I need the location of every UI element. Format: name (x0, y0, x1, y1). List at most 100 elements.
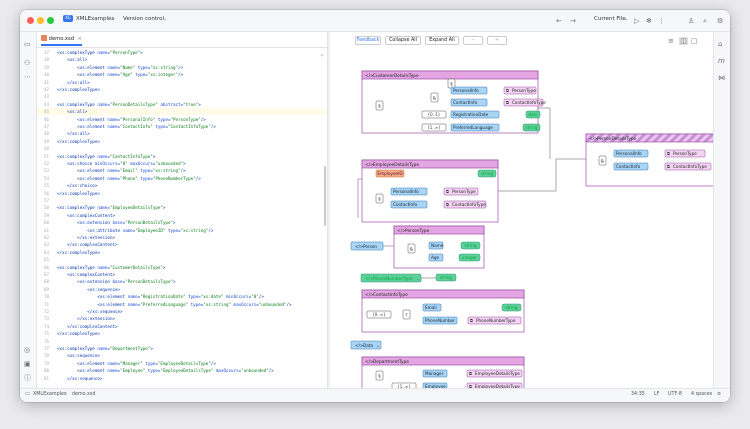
status-encoding[interactable]: UTF-8 (668, 392, 682, 397)
line-number: 53 (43, 168, 49, 174)
preview-only-icon[interactable]: ▢ (691, 37, 698, 45)
zoom-in-button[interactable]: + (487, 36, 507, 45)
vcs-selector[interactable]: Version control (123, 16, 164, 22)
code-line: </xs:all> (57, 79, 90, 85)
feedback-button[interactable]: Feedback (355, 36, 381, 45)
connector-line (357, 178, 362, 218)
status-readonly-icon[interactable]: ⊘ (717, 392, 721, 397)
code-line: <xs:element name="Phone" type="PhoneNumb… (57, 175, 201, 181)
status-project-icon: ▭ (25, 392, 30, 397)
code-line: <xs:element name="PersonalInfo" type="Pe… (57, 116, 206, 122)
employee-contactinfo-label: ContactInfo (393, 202, 418, 207)
persontype-age-label: Age (431, 255, 440, 260)
zoom-out-button[interactable]: − (463, 36, 483, 45)
code-line: </xs:complexType> (57, 87, 100, 92)
persondetails-persontype-ref-label: PersonType (673, 151, 697, 156)
line-number: 51 (43, 153, 49, 159)
code-line: </xs:complexType> (57, 138, 100, 144)
minimize-window-button[interactable] (37, 17, 44, 24)
customer-contactinfotype-ref-label: ContactInfoType (512, 100, 546, 105)
line-number: 60 (43, 220, 49, 226)
code-line: <xs:complexType name="CustomerDetailsTyp… (57, 264, 166, 270)
code-line: <xs:element name="RegistrationDate" type… (57, 294, 264, 300)
phonenumbertype-string-type-label: string (440, 275, 452, 280)
vcs-chevron-icon: ⌄ (163, 16, 168, 22)
employee-contactinfotype-ref-link-icon: ⧉ (446, 202, 449, 207)
customer-contactinfotype-ref-link-icon: ⧉ (506, 100, 509, 105)
close-window-button[interactable] (27, 17, 34, 24)
line-number: 48 (43, 131, 49, 137)
terminal-icon[interactable]: ▣ (24, 360, 31, 368)
line-number: 75 (43, 331, 49, 337)
tab-demo-xsd[interactable]: demo.xsd × (41, 35, 83, 46)
line-number: 39 (43, 64, 49, 70)
connector-line (498, 158, 586, 192)
left-tool-strip: ▭ ⚇ ⋯ ◎ ▣ ⓘ ⑂ (20, 32, 37, 396)
contact-phonenumbertype-ref-label: PhoneNumberType (476, 318, 516, 323)
line-number: 46 (43, 116, 49, 122)
customer-persontype-ref-link-icon: ⧉ (506, 88, 509, 93)
editor-only-icon[interactable]: ≡ (668, 37, 674, 45)
code-editor[interactable]: 37 <xs:complexType name="PersonType"> 38 <… (37, 48, 327, 388)
run-config-selector[interactable]: Current File (594, 16, 626, 22)
more-actions-icon[interactable]: ⋮ (658, 17, 665, 25)
problems-icon[interactable]: ⓘ (24, 374, 31, 382)
collapse-all-button[interactable]: Collapse All (385, 36, 421, 45)
run-config-chevron-icon: ⌄ (624, 16, 629, 22)
line-number: 67 (43, 272, 49, 277)
code-line: <xs:sequence> (57, 286, 121, 292)
line-number: 73 (43, 316, 49, 322)
line-number: 66 (43, 264, 49, 270)
debug-icon[interactable]: ✻ (646, 17, 652, 25)
code-line: </xs:extension> (57, 316, 115, 322)
line-number: 54 (43, 175, 49, 181)
customer-details-type-title: CustomerDetailsType (373, 73, 419, 79)
status-line-separator[interactable]: LF (654, 392, 659, 397)
status-project[interactable]: XMLExamples (33, 392, 66, 397)
project-folder-icon[interactable]: ▭ (24, 40, 31, 48)
line-number: 74 (43, 323, 49, 329)
zoom-window-button[interactable] (47, 17, 54, 24)
contact-phonenumbertype-ref-link-icon: ⧉ (470, 318, 473, 323)
code-line: </xs:complexType> (57, 249, 100, 255)
run-icon[interactable]: ▷ (634, 17, 639, 25)
database-icon[interactable]: ⋈ (718, 74, 725, 82)
code-line: <xs:element name="Employee" type="Employ… (57, 368, 274, 374)
ai-assistant-icon[interactable]: m (718, 57, 725, 65)
expand-all-button[interactable]: Expand All (425, 36, 459, 45)
code-line: <xs:element name="Name" type="xs:string"… (57, 64, 184, 70)
customer-card-0-1-label: {0..1} (428, 112, 441, 117)
contact-email-label: Email (425, 305, 437, 310)
status-file[interactable]: demo.xsd (72, 392, 95, 397)
forward-icon[interactable]: → (570, 17, 576, 25)
line-number: 52 (43, 161, 49, 166)
search-icon[interactable]: ⌕ (703, 17, 707, 25)
department-type-title: DepartmentType (373, 359, 409, 365)
notifications-icon[interactable]: ⌂ (718, 40, 722, 48)
back-icon[interactable]: ← (556, 17, 562, 25)
structure-icon[interactable]: ⚇ (24, 59, 30, 67)
status-caret-position[interactable]: 34:35 (631, 392, 645, 397)
department-manager-type-ref-label: EmployeeDetailsType (475, 371, 520, 376)
more-tools-icon[interactable]: ⋯ (24, 73, 31, 81)
line-number: 42 (43, 87, 49, 92)
split-view-icon[interactable]: ◫ (679, 37, 688, 45)
line-number: 79 (43, 360, 49, 366)
project-selector[interactable]: XMLExamples (76, 16, 114, 22)
editor-scrollbar[interactable] (324, 166, 326, 226)
close-tab-icon[interactable]: × (78, 36, 82, 42)
profile-icon[interactable]: ♙ (688, 17, 694, 25)
code-line: </xs:complexType> (57, 331, 100, 337)
status-indent[interactable]: 4 spaces (691, 392, 712, 397)
code-line: <xs:complexType name="EmployeeDetailsTyp… (57, 205, 166, 211)
xsd-diagram: </> CustomerDetailsType§&{0..1}{1..∞}§Per… (350, 70, 713, 388)
person-details-type-title: PersonDetailsType (597, 136, 637, 142)
xsd-file-icon (41, 35, 47, 41)
settings-gear-icon[interactable]: ⚙ (717, 17, 723, 25)
project-badge: XE (63, 15, 73, 22)
right-tool-strip: ⌂ m ⋈ (713, 32, 730, 388)
inspection-ok-icon[interactable]: ✓ (320, 52, 324, 59)
services-icon[interactable]: ◎ (24, 346, 30, 354)
tab-filename: demo.xsd (48, 36, 74, 42)
persontype-all-compositor-glyph: & (410, 246, 414, 252)
